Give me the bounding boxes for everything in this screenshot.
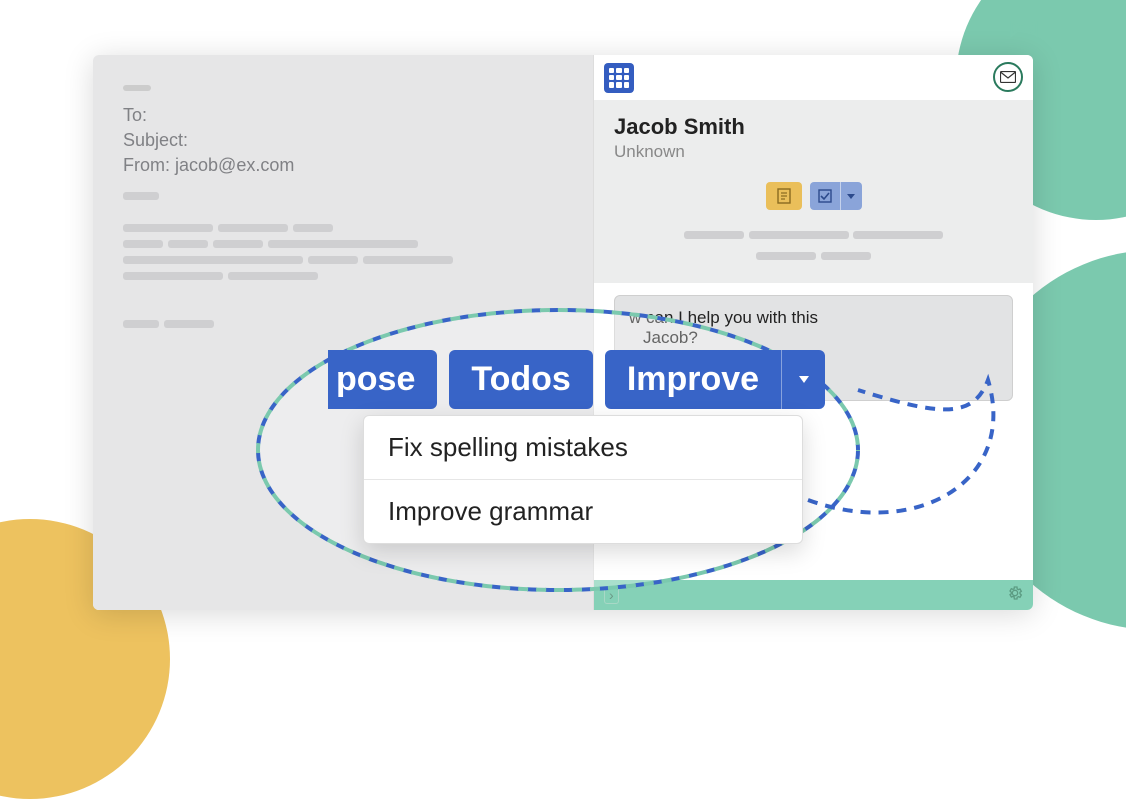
contact-name: Jacob Smith: [614, 114, 1013, 140]
note-icon: [777, 188, 791, 204]
window-handle: [123, 85, 151, 91]
apps-grid-button[interactable]: [604, 63, 634, 93]
contact-subtitle: Unknown: [614, 142, 1013, 162]
subject-label: Subject:: [123, 130, 188, 150]
note-button[interactable]: [766, 182, 802, 210]
brand-icon: [1009, 13, 1039, 43]
improve-dropdown-big[interactable]: [781, 350, 825, 409]
app-window: To: Subject: From: jacob@ex.com: [93, 55, 1033, 610]
improve-dropdown-menu: Fix spelling mistakes Improve grammar: [363, 415, 803, 544]
big-chip-row: pose Todos Improve: [328, 350, 825, 409]
chevron-down-icon: [847, 194, 855, 199]
footer-expand-button[interactable]: ›: [604, 586, 619, 604]
contact-skeleton: [614, 226, 1013, 265]
todos-chip-big[interactable]: Todos: [449, 350, 592, 409]
task-dropdown-button[interactable]: [840, 182, 862, 210]
check-icon: [818, 189, 832, 203]
mail-circle-button[interactable]: [993, 62, 1023, 92]
assistant-prompt: w can I help you with this Jacob?: [629, 308, 998, 348]
gear-icon: [1007, 585, 1023, 601]
to-label: To:: [123, 105, 147, 125]
contact-header: Jacob Smith Unknown: [594, 100, 1033, 283]
chevron-down-icon: [799, 376, 809, 383]
dropdown-item-fix-spelling[interactable]: Fix spelling mistakes: [364, 416, 802, 479]
dropdown-item-improve-grammar[interactable]: Improve grammar: [364, 479, 802, 543]
task-button[interactable]: [810, 182, 840, 210]
contact-tools: [614, 182, 1013, 210]
sidebar-footer: ›: [594, 580, 1033, 610]
settings-button[interactable]: [1007, 585, 1023, 606]
mail-icon: [1000, 71, 1016, 83]
sidebar-topbar: [594, 55, 1033, 100]
improve-chip-big[interactable]: Improve: [605, 350, 781, 409]
from-label: From:: [123, 155, 170, 175]
body-placeholder: [123, 186, 563, 330]
compose-chip-partial[interactable]: pose: [328, 350, 437, 409]
from-value: jacob@ex.com: [175, 155, 294, 175]
